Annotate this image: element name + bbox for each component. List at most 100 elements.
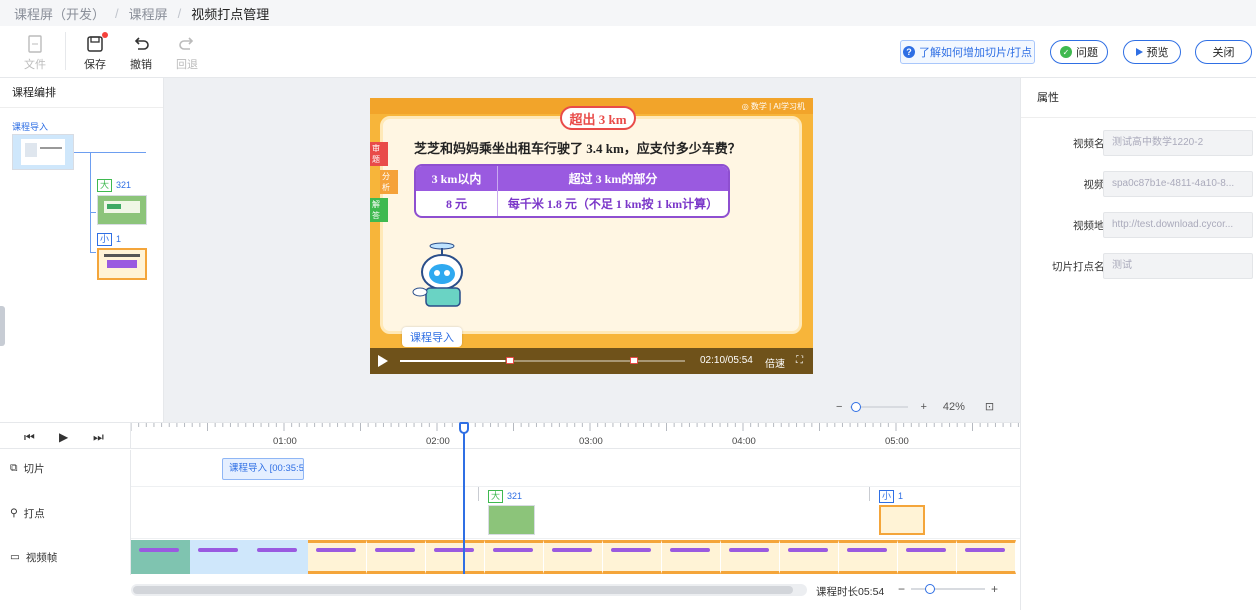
step-tag: 审题 (370, 142, 388, 166)
timeline-zoom-slider[interactable] (911, 584, 986, 594)
progress-marker[interactable] (630, 357, 638, 364)
tree-connector (90, 252, 96, 253)
slider-knob[interactable] (924, 584, 935, 594)
tree-node-thumbnail[interactable] (97, 248, 147, 280)
marker-tag: 小 (879, 490, 895, 503)
pin-icon: ⚲ (10, 507, 18, 519)
track-label-text: 切片 (23, 463, 45, 475)
play-icon (1135, 48, 1143, 56)
fit-screen-icon[interactable]: ⊡ (985, 400, 994, 413)
playhead[interactable] (463, 422, 465, 574)
tree-root-label[interactable]: 课程导入 (12, 120, 48, 133)
zoom-in-icon[interactable]: + (991, 582, 998, 596)
node-label: 321 (116, 180, 132, 190)
play-icon[interactable] (378, 355, 388, 367)
breadcrumb-current: 视频打点管理 (191, 6, 270, 22)
skip-end-icon[interactable]: ⏭ (93, 430, 104, 445)
video-player[interactable]: ◎ 数学 | AI学习机 超出 3 km 审题 分析 解答 芝芝和妈妈乘坐出租车… (370, 98, 813, 374)
preview-zoom-slider[interactable] (850, 401, 909, 412)
video-name-field[interactable]: 测试高中数学1220-2 (1103, 130, 1253, 156)
video-frame-thumbnail (603, 540, 662, 574)
breadcrumb-item[interactable]: 课程屏（开发） (14, 4, 105, 23)
property-field: 视频ID spa0c87b1e-4811-4a10-8... (1021, 171, 1256, 197)
ruler-label: 02:00 (426, 436, 450, 447)
skip-start-icon[interactable]: ⏮ (24, 430, 35, 445)
timeline-scrollbar[interactable] (131, 584, 807, 596)
tree-connector (74, 152, 146, 153)
brand-logo: ◎ 数学 | AI学习机 (741, 102, 805, 111)
close-button[interactable]: 关闭 (1195, 40, 1252, 64)
node-tag: 小 (97, 233, 113, 246)
overlay-chapter-label[interactable]: 课程导入 (402, 327, 462, 347)
course-duration: 课程时长05:54 (816, 586, 885, 598)
preview-area: ◎ 数学 | AI学习机 超出 3 km 审题 分析 解答 芝芝和妈妈乘坐出租车… (164, 78, 1020, 422)
breadcrumb-item[interactable]: 课程屏 (129, 4, 168, 23)
track-label-clip: ⧉ 切片 (0, 450, 131, 487)
robot-mascot-illustration (412, 242, 463, 307)
fullscreen-icon[interactable]: ⛶ (796, 355, 803, 366)
play-icon[interactable]: ▶ (59, 430, 68, 444)
zoom-out-icon[interactable]: − (836, 401, 842, 413)
mark-point-1[interactable]: 小1 (879, 490, 903, 503)
video-frame-thumbnail (662, 540, 721, 574)
video-frames-strip[interactable] (131, 540, 1020, 574)
table-header: 3 km以内 (416, 166, 498, 191)
node-tag: 大 (97, 179, 113, 192)
tree-node-thumbnail[interactable] (97, 195, 147, 225)
video-progress-fill (400, 360, 506, 362)
preview-zoom-control: − + 42% ⊡ (836, 400, 994, 414)
slide-thumbnail-image (104, 254, 140, 268)
video-frame-thumbnail (839, 540, 898, 574)
mark-track: 大 321 小1 (131, 487, 1020, 539)
zoom-percent: 42% (942, 400, 965, 413)
check-circle-icon: ✓ (1060, 46, 1072, 58)
timeline-transport: ⏮ ▶ ⏭ (0, 423, 131, 449)
slider-knob[interactable] (851, 401, 862, 412)
clip-mark-name-field[interactable]: 测试 (1103, 253, 1253, 279)
ruler-label: 01:00 (273, 436, 297, 447)
mark-thumbnail[interactable] (879, 505, 925, 535)
issue-button[interactable]: ✓ 问题 (1050, 40, 1108, 64)
undo-label: 撤销 (130, 59, 152, 71)
marker-tag: 大 (488, 490, 504, 503)
time-ruler[interactable]: 01:00 02:00 03:00 04:00 05:00 (131, 423, 1020, 449)
scrollbar-thumb[interactable] (133, 586, 793, 594)
save-button[interactable]: 保存 (75, 32, 115, 72)
video-progress-bar[interactable] (400, 357, 685, 364)
video-frame-thumbnail (544, 540, 603, 574)
tree-node-1[interactable]: 小1 (97, 233, 121, 246)
progress-marker[interactable] (506, 357, 514, 364)
playhead-handle[interactable] (459, 422, 469, 434)
video-frame-thumbnail (485, 540, 544, 574)
file-button[interactable]: 文件 (15, 34, 55, 72)
panel-title: 课程编排 (0, 78, 163, 108)
question-text: 芝芝和妈妈乘坐出租车行驶了 3.4 km，应支付多少车费？ (414, 141, 741, 156)
video-frame-thumbnail (898, 540, 957, 574)
mark-point-321[interactable]: 大 321 (488, 490, 522, 503)
clip-icon: ⧉ (10, 462, 18, 474)
speed-button[interactable]: 倍速 (765, 355, 785, 370)
video-url-field[interactable]: http://test.download.cycor... (1103, 212, 1253, 238)
panel-collapse-handle[interactable] (0, 306, 5, 346)
undo-button[interactable]: 撤销 (121, 34, 161, 72)
step-tag: 分析 (380, 170, 398, 194)
tree-node-321[interactable]: 大 321 (97, 179, 131, 192)
tree-root-thumbnail[interactable] (12, 134, 74, 170)
track-label-frames: ▭ 视频帧 (0, 539, 131, 575)
marker-stem (869, 487, 870, 501)
panel-title: 属性 (1021, 78, 1256, 118)
help-link-button[interactable]: ? 了解如何增加切片/打点 (900, 40, 1035, 64)
zoom-in-icon[interactable]: + (920, 401, 926, 413)
ruler-label: 05:00 (885, 436, 909, 447)
video-time: 02:10/05:54 (700, 355, 753, 366)
side-step-tags: 审题 分析 解答 (370, 142, 398, 226)
video-id-field[interactable]: spa0c87b1e-4811-4a10-8... (1103, 171, 1253, 197)
unsaved-dot (102, 32, 108, 38)
zoom-out-icon[interactable]: − (898, 582, 905, 596)
video-camera-icon: ▭ (10, 551, 20, 563)
file-label: 文件 (24, 59, 46, 71)
redo-button[interactable]: 回退 (167, 34, 207, 72)
preview-button[interactable]: 预览 (1123, 40, 1181, 64)
clip-segment[interactable]: 课程导入 [00:35:54 (222, 458, 304, 480)
mark-thumbnail[interactable] (488, 505, 535, 535)
